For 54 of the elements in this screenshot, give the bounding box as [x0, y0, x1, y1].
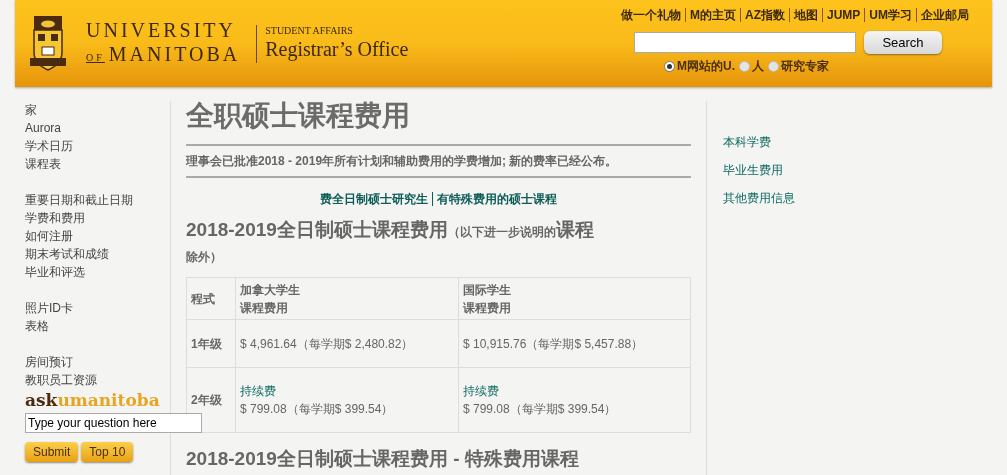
row-header: 1年级	[186, 319, 236, 368]
sidebar-link[interactable]: 学费和费用	[25, 209, 170, 227]
sidebar-link[interactable]: 房间预订	[25, 353, 170, 371]
anchor-link[interactable]: 有特殊费用的硕士课程	[437, 190, 557, 208]
sidebar-link[interactable]: 教职员工资源	[25, 371, 170, 389]
sidebar-link[interactable]: 表格	[25, 317, 170, 335]
university-name: OF MANITOBA	[86, 41, 241, 67]
search-field[interactable]	[634, 32, 856, 53]
sidebar-link[interactable]: Aurora	[25, 119, 170, 137]
sidebar-link[interactable]: 如何注册	[25, 227, 170, 245]
university-name: UNIVERSITY	[86, 17, 237, 42]
top-link[interactable]: JUMP	[827, 6, 861, 24]
sidebar-link[interactable]: 期末考试和成绩	[25, 245, 170, 263]
sidebar-link[interactable]: 家	[25, 101, 170, 119]
top-link[interactable]: 做一个礼物	[621, 6, 681, 24]
office-title: Registrar’s Office	[265, 36, 409, 61]
search-scope-radio[interactable]: 研究专家	[768, 57, 829, 75]
anchor-link[interactable]: 费全日制硕士研究生	[320, 190, 428, 208]
fee-amount: $ 799.08（每学期$ 399.54）	[463, 401, 618, 418]
search-scope-radio[interactable]: 人	[739, 57, 764, 75]
top-link[interactable]: 地图	[794, 6, 818, 24]
column-header: 加拿大学生 课程费用	[235, 277, 459, 320]
top-link[interactable]: 企业邮局	[921, 6, 969, 24]
fee-amount: $ 799.08（每学期$ 399.54）	[240, 401, 395, 418]
department-label: STUDENT AFFAIRS	[265, 24, 354, 37]
column-header: 程式	[186, 277, 236, 320]
search-button[interactable]: Search	[864, 31, 942, 54]
page-title: 全职硕士课程费用	[186, 99, 411, 133]
fee-info-link[interactable]: 毕业生费用	[723, 162, 795, 179]
top-link[interactable]: M的主页	[690, 6, 736, 24]
sidebar-link[interactable]: 照片ID卡	[25, 299, 170, 317]
top-link[interactable]: UM学习	[869, 6, 912, 24]
fee-amount: $ 4,961.64（每学期$ 2,480.82）	[240, 335, 415, 353]
row-header: 2年级	[186, 367, 236, 433]
column-header: 国际学生 课程费用	[458, 277, 691, 320]
sidebar-link[interactable]: 重要日期和截止日期	[25, 191, 170, 209]
sidebar-link[interactable]: 毕业和评选	[25, 263, 170, 281]
search-scope-radio[interactable]: M网站的U.	[664, 57, 735, 75]
section-heading: 2018-2019全日制硕士课程费用 - 特殊费用课程	[186, 447, 580, 471]
sidebar-link[interactable]: 学术日历	[25, 137, 170, 155]
sidebar-link[interactable]: 课程表	[25, 155, 170, 173]
fee-link[interactable]: 持续费	[240, 382, 276, 400]
fee-amount: $ 10,915.76（每学期$ 5,457.88）	[463, 335, 645, 353]
notice-text: 理事会已批准2018 - 2019年所有计划和辅助费用的学费增加; 新的费率已经公布。	[186, 153, 619, 170]
ask-umanitoba-logo: askumanitoba	[25, 390, 161, 410]
section-heading: 2018-2019全日制硕士课程费用（以下进一步说明的课程 除外）	[186, 218, 595, 266]
question-field[interactable]: Type your question here	[25, 413, 202, 433]
sidebar-button[interactable]: Top 10	[81, 442, 134, 462]
sidebar-button[interactable]: Submit	[25, 442, 79, 462]
fee-link[interactable]: 持续费	[463, 382, 499, 400]
top-link[interactable]: AZ指数	[745, 6, 785, 24]
fee-info-link[interactable]: 本科学费	[723, 134, 795, 151]
crest-logo	[30, 15, 66, 72]
fee-info-link[interactable]: 其他费用信息	[723, 190, 795, 207]
